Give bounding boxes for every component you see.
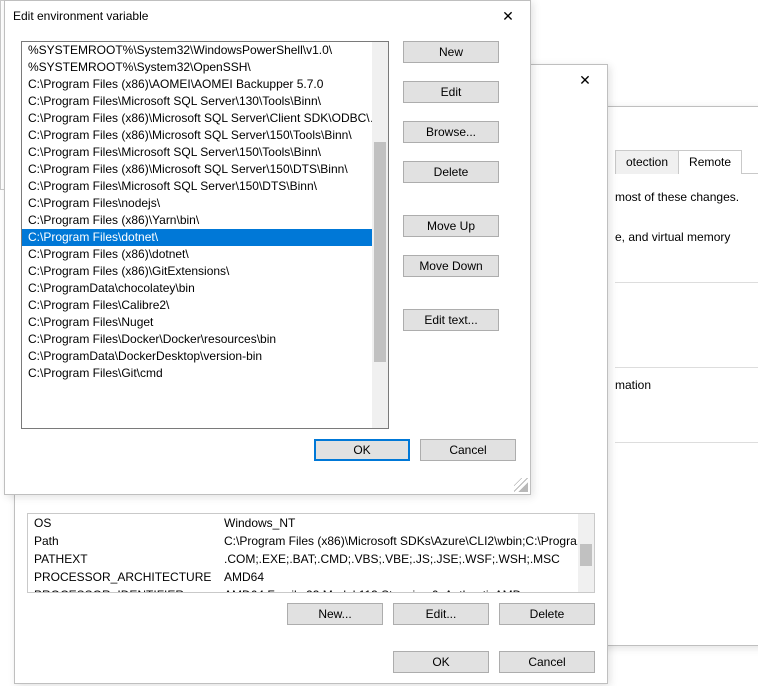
path-list-item[interactable]: C:\Program Files (x86)\GitExtensions\: [22, 263, 388, 280]
path-list-item[interactable]: C:\Program Files\nodejs\: [22, 195, 388, 212]
ok-button[interactable]: OK: [314, 439, 410, 461]
startup-desc: mation: [615, 378, 758, 392]
delete-button[interactable]: Delete: [403, 161, 499, 183]
path-list-item[interactable]: C:\Program Files\Microsoft SQL Server\13…: [22, 93, 388, 110]
path-list-item[interactable]: %SYSTEMROOT%\System32\WindowsPowerShell\…: [22, 42, 388, 59]
path-list-item[interactable]: C:\Program Files (x86)\dotnet\: [22, 246, 388, 263]
table-row[interactable]: PathC:\Program Files (x86)\Microsoft SDK…: [28, 532, 594, 550]
variable-value: AMD64: [218, 570, 594, 584]
ok-button[interactable]: OK: [393, 651, 489, 673]
delete-button[interactable]: Delete: [499, 603, 595, 625]
path-list-item[interactable]: C:\Program Files (x86)\AOMEI\AOMEI Backu…: [22, 76, 388, 93]
path-list-item[interactable]: C:\Program Files\Microsoft SQL Server\15…: [22, 144, 388, 161]
perf-desc: most of these changes.: [615, 190, 758, 204]
scrollbar[interactable]: [578, 514, 594, 592]
edit-button[interactable]: Edit: [403, 81, 499, 103]
cancel-button[interactable]: Cancel: [420, 439, 516, 461]
new-button[interactable]: New: [403, 41, 499, 63]
perf-desc2: e, and virtual memory: [615, 230, 758, 244]
move-down-button[interactable]: Move Down: [403, 255, 499, 277]
table-row[interactable]: PROCESSOR_ARCHITECTUREAMD64: [28, 568, 594, 586]
tab-protection[interactable]: otection: [615, 150, 679, 174]
path-list[interactable]: %SYSTEMROOT%\System32\WindowsPowerShell\…: [21, 41, 389, 429]
variable-value: AMD64 Family 23 Model 113 Stepping 0, Au…: [218, 588, 594, 593]
path-list-item[interactable]: C:\Program Files\Calibre2\: [22, 297, 388, 314]
path-list-item[interactable]: C:\ProgramData\DockerDesktop\version-bin: [22, 348, 388, 365]
path-list-item[interactable]: C:\Program Files (x86)\Microsoft SQL Ser…: [22, 110, 388, 127]
variable-name: Path: [28, 534, 218, 548]
move-up-button[interactable]: Move Up: [403, 215, 499, 237]
path-list-item[interactable]: C:\Program Files (x86)\Microsoft SQL Ser…: [22, 127, 388, 144]
path-list-item[interactable]: %SYSTEMROOT%\System32\OpenSSH\: [22, 59, 388, 76]
path-list-item[interactable]: C:\Program Files (x86)\Microsoft SQL Ser…: [22, 161, 388, 178]
table-row[interactable]: PROCESSOR_IDENTIFIERAMD64 Family 23 Mode…: [28, 586, 594, 593]
system-variables-list[interactable]: OSWindows_NTPathC:\Program Files (x86)\M…: [27, 513, 595, 593]
path-list-item[interactable]: C:\Program Files\Microsoft SQL Server\15…: [22, 178, 388, 195]
variable-value: .COM;.EXE;.BAT;.CMD;.VBS;.VBE;.JS;.JSE;.…: [218, 552, 594, 566]
close-icon[interactable]: ✕: [486, 1, 530, 31]
cancel-button[interactable]: Cancel: [499, 651, 595, 673]
scrollbar[interactable]: [372, 42, 388, 428]
tab-remote[interactable]: Remote: [678, 150, 742, 174]
system-properties-dialog: ✕ otection Remote most of these changes.…: [600, 106, 758, 646]
edit-text-button[interactable]: Edit text...: [403, 309, 499, 331]
variable-value: Windows_NT: [218, 516, 594, 530]
path-list-item[interactable]: C:\Program Files\Git\cmd: [22, 365, 388, 382]
path-list-item[interactable]: C:\Program Files (x86)\Yarn\bin\: [22, 212, 388, 229]
browse-button[interactable]: Browse...: [403, 121, 499, 143]
variable-value: C:\Program Files (x86)\Microsoft SDKs\Az…: [218, 534, 594, 548]
variable-name: PATHEXT: [28, 552, 218, 566]
path-list-item[interactable]: C:\Program Files\dotnet\: [22, 229, 388, 246]
dialog-title: Edit environment variable: [13, 9, 486, 23]
path-list-item[interactable]: C:\Program Files\Nuget: [22, 314, 388, 331]
variable-name: PROCESSOR_IDENTIFIER: [28, 588, 218, 593]
table-row[interactable]: PATHEXT.COM;.EXE;.BAT;.CMD;.VBS;.VBE;.JS…: [28, 550, 594, 568]
resize-grip-icon[interactable]: [514, 478, 528, 492]
edit-button[interactable]: Edit...: [393, 603, 489, 625]
path-list-item[interactable]: C:\Program Files\Docker\Docker\resources…: [22, 331, 388, 348]
new-button[interactable]: New...: [287, 603, 383, 625]
variable-name: PROCESSOR_ARCHITECTURE: [28, 570, 218, 584]
variable-name: OS: [28, 516, 218, 530]
path-list-item[interactable]: C:\ProgramData\chocolatey\bin: [22, 280, 388, 297]
close-icon[interactable]: ✕: [563, 65, 607, 95]
edit-environment-variable-dialog: Edit environment variable ✕ %SYSTEMROOT%…: [4, 0, 531, 495]
table-row[interactable]: OSWindows_NT: [28, 514, 594, 532]
tabstrip: otection Remote: [615, 149, 758, 174]
